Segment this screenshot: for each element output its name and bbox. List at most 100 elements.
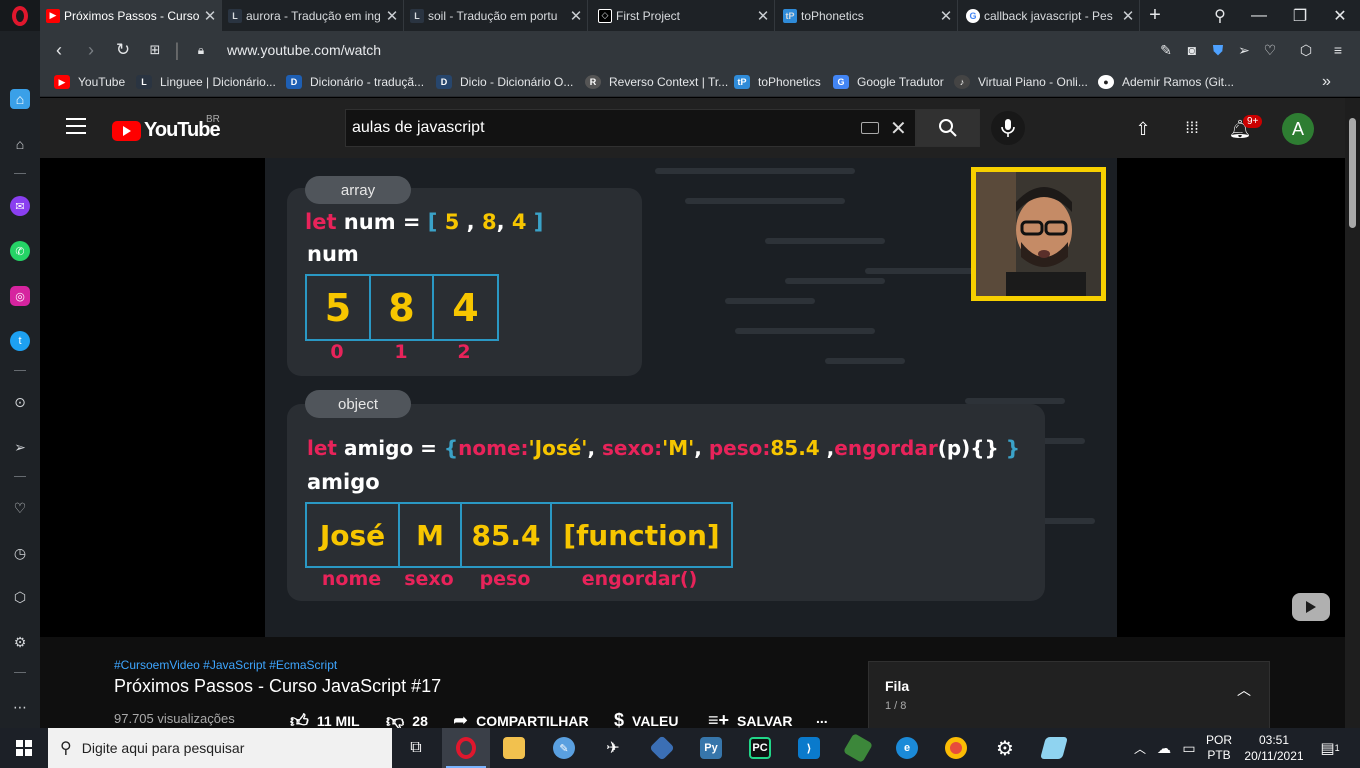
send-icon[interactable]: ➢ — [10, 437, 30, 457]
taskbar-edge[interactable]: e — [883, 728, 931, 768]
opera-logo-icon[interactable] — [0, 0, 40, 31]
cube-icon[interactable]: ⬡ — [1296, 40, 1316, 60]
home-icon[interactable]: ⌂ — [10, 134, 30, 154]
menu-icon[interactable] — [66, 118, 86, 134]
tab-title: callback javascript - Pes — [984, 8, 1113, 23]
bookmark-virtual-piano[interactable]: ♪ Virtual Piano - Onli... — [954, 75, 1088, 89]
bookmark-youtube[interactable]: ▶ YouTube — [54, 75, 125, 89]
action-center-icon[interactable]: ▤ 1 — [1316, 728, 1344, 768]
taskbar-nodejs[interactable] — [834, 728, 882, 768]
twitter-icon[interactable]: t — [10, 331, 30, 351]
task-view-icon[interactable]: ⧉ — [392, 728, 440, 768]
search-tabs-icon[interactable]: ⚲ — [1208, 0, 1232, 31]
page-scrollbar[interactable] — [1345, 98, 1360, 728]
video-hashtags[interactable]: #CursoemVideo #JavaScript #EcmaScript — [114, 658, 337, 672]
bookmark-tophonetics[interactable]: tP toPhonetics — [734, 75, 821, 89]
reload-icon[interactable]: ↻ — [112, 31, 134, 69]
taskbar-pycharm[interactable]: PC — [736, 728, 784, 768]
taskbar-search[interactable]: ⚲ Digite aqui para pesquisar — [48, 728, 392, 768]
settings-gear-icon[interactable]: ⚙ — [10, 632, 30, 652]
tab-first-project[interactable]: ◇ First Project ✕ — [592, 0, 775, 31]
keyboard-icon[interactable] — [861, 122, 879, 134]
voice-search-button[interactable] — [991, 111, 1025, 145]
more-actions-button[interactable]: ... — [816, 710, 828, 726]
taskbar-app-bird[interactable]: ✈ — [589, 728, 637, 768]
tab-linguee-soil[interactable]: L soil - Tradução em portu ✕ — [404, 0, 588, 31]
instagram-icon[interactable]: ◎ — [10, 286, 30, 306]
tab-google-search[interactable]: G callback javascript - Pes ✕ — [960, 0, 1140, 31]
bookmark-reverso[interactable]: R Reverso Context | Tr... — [585, 75, 728, 89]
taskbar-opera[interactable] — [442, 728, 490, 768]
scrollbar-thumb[interactable] — [1349, 118, 1356, 228]
taskbar-notepad[interactable] — [1030, 728, 1078, 768]
bookmark-dicio[interactable]: D Dicio - Dicionário O... — [436, 75, 573, 89]
video-frame[interactable]: array let num = [ 5 , 8, 4 ] num 5 8 4 0… — [265, 158, 1117, 637]
close-icon[interactable]: ✕ — [1117, 7, 1139, 25]
taskbar-vscode[interactable]: ⟩ — [785, 728, 833, 768]
back-icon[interactable]: ‹ — [48, 31, 70, 69]
network-icon[interactable]: ▭ — [1178, 728, 1200, 768]
taskbar-file-explorer[interactable] — [490, 728, 538, 768]
language-indicator[interactable]: POR PTB — [1202, 728, 1236, 768]
player-icon[interactable]: ⊙ — [10, 392, 30, 412]
whatsapp-icon[interactable]: ✆ — [10, 241, 30, 261]
new-tab-button[interactable]: + — [1143, 0, 1167, 31]
minimize-icon[interactable]: — — [1247, 0, 1271, 31]
adblock-shield-icon[interactable]: ⛊ — [1208, 40, 1228, 60]
apps-grid-icon[interactable]: ⁞⁞⁞ — [1181, 118, 1203, 140]
close-icon[interactable]: ✕ — [752, 7, 774, 25]
taskbar-paint[interactable]: ✎ — [540, 728, 588, 768]
clear-search-icon[interactable]: ✕ — [890, 116, 907, 141]
edge-icon: e — [896, 737, 918, 759]
extensions-icon[interactable]: ⬡ — [10, 587, 30, 607]
taskbar-settings[interactable]: ⚙ — [981, 728, 1029, 768]
more-bookmarks-button[interactable]: » — [1322, 73, 1331, 91]
history-icon[interactable]: ◷ — [10, 543, 30, 563]
heart-icon[interactable]: ♡ — [1260, 40, 1280, 60]
screen: { "browser": { "tabs": [ {"title": "Próx… — [0, 0, 1360, 768]
taskbar-chrome[interactable] — [932, 728, 980, 768]
heart-icon[interactable]: ♡ — [10, 498, 30, 518]
bookmark-google-tradutor[interactable]: G Google Tradutor — [833, 75, 944, 89]
taskbar-python[interactable]: Py — [687, 728, 735, 768]
youtube-watermark-icon[interactable] — [1292, 593, 1330, 621]
easy-setup-icon[interactable]: ≡ — [1328, 40, 1348, 60]
chevron-up-icon[interactable]: ︿ — [1237, 680, 1251, 700]
tabs-grid-icon[interactable]: ⊞ — [144, 31, 166, 69]
close-window-icon[interactable]: ✕ — [1328, 0, 1352, 31]
presenter-webcam — [971, 167, 1106, 301]
upload-icon[interactable]: ⇧ — [1132, 118, 1154, 140]
object-cell: [function] — [563, 518, 720, 552]
messenger-icon[interactable]: ✉ — [10, 196, 30, 216]
tab-linguee-aurora[interactable]: L aurora - Tradução em ing ✕ — [222, 0, 404, 31]
search-input[interactable] — [346, 110, 846, 146]
start-button[interactable] — [0, 728, 48, 768]
taskbar-network-app[interactable] — [638, 728, 686, 768]
youtube-logo[interactable]: YouTube — [112, 119, 221, 142]
maximize-icon[interactable]: ❐ — [1288, 0, 1312, 31]
tab-title: toPhonetics — [801, 8, 864, 23]
forward-icon[interactable]: › — [80, 31, 102, 69]
bookmark-dicionario[interactable]: D Dicionário - traduçã... — [286, 75, 424, 89]
close-icon[interactable]: ✕ — [199, 7, 221, 25]
close-icon[interactable]: ✕ — [565, 7, 587, 25]
video-player[interactable]: array let num = [ 5 , 8, 4 ] num 5 8 4 0… — [40, 158, 1345, 637]
close-icon[interactable]: ✕ — [381, 7, 403, 25]
camera-icon[interactable]: ◙ — [1182, 40, 1202, 60]
onedrive-cloud-icon[interactable]: ☁ — [1153, 728, 1175, 768]
speed-dial-icon[interactable]: ⌂ — [10, 89, 30, 109]
close-icon[interactable]: ✕ — [935, 7, 957, 25]
bookmark-github[interactable]: ● Ademir Ramos (Git... — [1098, 75, 1234, 89]
send-icon[interactable]: ➢ — [1234, 40, 1254, 60]
edit-icon[interactable]: ✎ — [1156, 40, 1176, 60]
bookmark-linguee[interactable]: L Linguee | Dicionário... — [136, 75, 276, 89]
avatar[interactable]: A — [1282, 113, 1314, 145]
tray-chevron-up-icon[interactable]: ︿ — [1130, 728, 1150, 768]
url-field[interactable]: www.youtube.com/watch — [227, 42, 381, 58]
search-button[interactable] — [916, 109, 980, 147]
tab-youtube[interactable]: ▶ Próximos Passos - Curso ✕ — [40, 0, 222, 31]
clock[interactable]: 03:51 20/11/2021 — [1238, 732, 1310, 764]
tab-tophonetics[interactable]: tP toPhonetics ✕ — [777, 0, 958, 31]
lock-icon[interactable]: 🔒︎ — [192, 31, 210, 69]
more-icon[interactable]: ⋯ — [10, 697, 30, 717]
